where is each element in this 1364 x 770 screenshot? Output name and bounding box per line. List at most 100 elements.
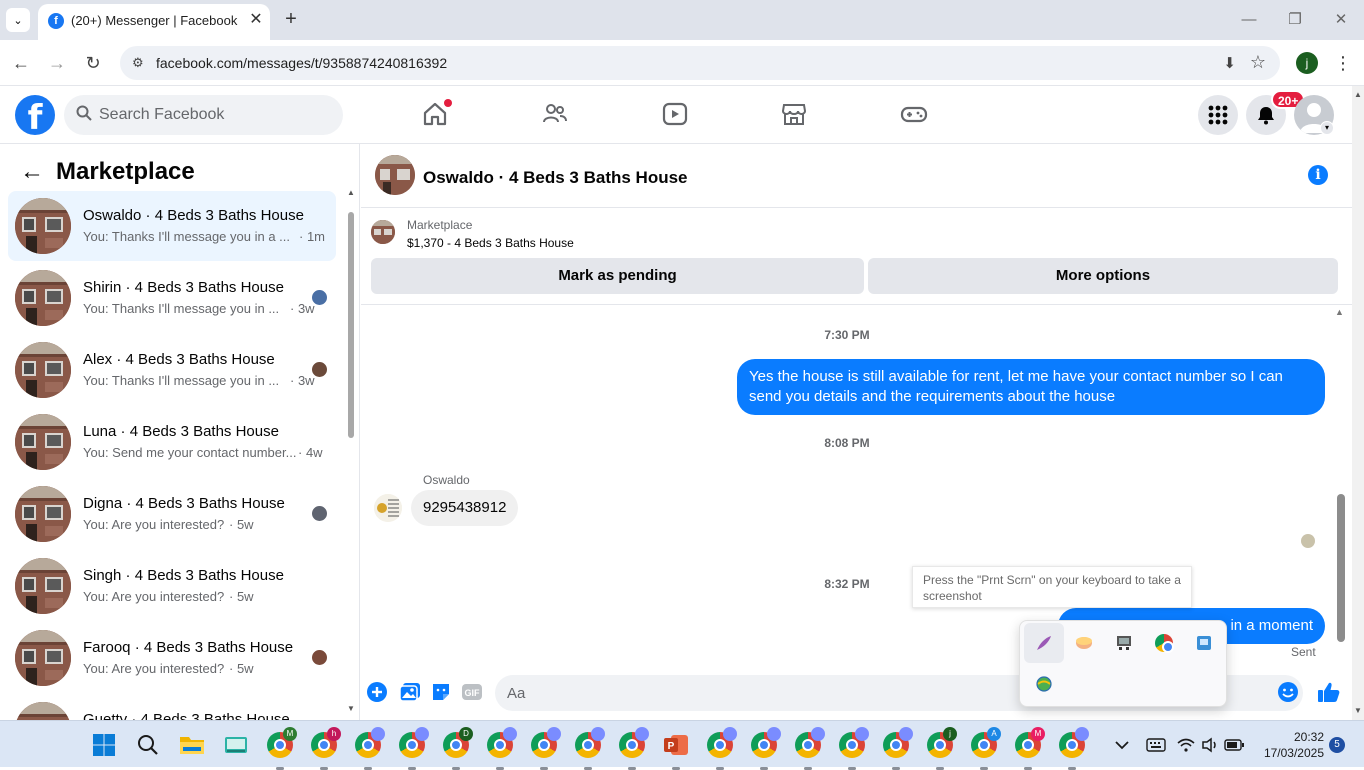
- conversation-item[interactable]: Guetty · 4 Beds 3 Baths House: [8, 695, 336, 720]
- keyboard-icon[interactable]: [1140, 729, 1172, 761]
- chrome-profile-icon[interactable]: M: [264, 727, 297, 770]
- chrome-profile-icon[interactable]: A: [968, 727, 1001, 770]
- sidebar-scroll-thumb[interactable]: [348, 212, 354, 438]
- mark-as-pending-button[interactable]: Mark as pending: [371, 258, 864, 294]
- info-icon[interactable]: i: [1308, 165, 1328, 185]
- powerpoint-icon[interactable]: P: [660, 729, 692, 770]
- chat-title[interactable]: Oswaldo · 4 Beds 3 Baths House: [423, 168, 688, 188]
- gaming-nav-icon[interactable]: [900, 100, 928, 128]
- clock-time[interactable]: 20:32: [1260, 730, 1324, 744]
- gif-icon[interactable]: GIF: [461, 681, 483, 703]
- chevron-down-icon[interactable]: ▾: [1320, 121, 1334, 135]
- scroll-down-icon[interactable]: ▼: [347, 704, 355, 713]
- chrome-profile-icon[interactable]: [396, 727, 429, 770]
- browser-profile-avatar[interactable]: j: [1296, 52, 1318, 74]
- back-arrow-icon[interactable]: ←: [20, 158, 44, 186]
- scroll-up-icon[interactable]: ▲: [347, 188, 355, 197]
- site-info-icon[interactable]: ⚙: [132, 55, 148, 71]
- chrome-profile-icon[interactable]: [836, 727, 869, 770]
- conversation-item[interactable]: Digna · 4 Beds 3 Baths House You: Are you…: [8, 479, 336, 549]
- chrome-profile-icon[interactable]: M: [1012, 727, 1045, 770]
- video-nav-icon[interactable]: [661, 100, 689, 128]
- tab-close-icon[interactable]: ✕: [246, 10, 266, 30]
- sidebar-title: Marketplace: [56, 158, 195, 185]
- omnibox[interactable]: ⚙ facebook.com/messages/t/93588742408163…: [120, 46, 1280, 80]
- chrome-profile-icon[interactable]: [572, 727, 605, 770]
- incoming-message[interactable]: 9295438912: [411, 490, 519, 526]
- facebook-logo-icon[interactable]: f: [15, 95, 55, 138]
- chrome-profile-icon[interactable]: [616, 727, 649, 770]
- marketplace-nav-icon[interactable]: [780, 100, 808, 128]
- display-app-icon[interactable]: [1104, 623, 1144, 663]
- conversation-item[interactable]: Singh · 4 Beds 3 Baths House You: Are you…: [8, 551, 336, 621]
- more-options-button[interactable]: More options: [868, 258, 1338, 294]
- plus-icon[interactable]: [366, 681, 388, 703]
- close-window-button[interactable]: ✕: [1326, 8, 1356, 32]
- globe-app-icon[interactable]: [1024, 664, 1064, 704]
- network-app-icon[interactable]: [1184, 623, 1224, 663]
- listing-thumbnail[interactable]: [371, 220, 395, 244]
- sticker-icon[interactable]: [430, 681, 452, 703]
- scroll-up-icon[interactable]: ▲: [1354, 90, 1362, 99]
- url-text[interactable]: facebook.com/messages/t/9358874240816392: [156, 55, 447, 71]
- search-box[interactable]: Search Facebook: [64, 95, 343, 135]
- scroll-down-icon[interactable]: ▼: [1354, 706, 1362, 715]
- outgoing-message[interactable]: Yes the house is still available for ren…: [737, 359, 1325, 415]
- menu-grid-button[interactable]: [1198, 95, 1238, 135]
- listing-title[interactable]: $1,370 - 4 Beds 3 Baths House: [407, 236, 574, 250]
- browser-menu-icon[interactable]: ⋮: [1334, 50, 1352, 76]
- sender-avatar[interactable]: [374, 494, 402, 522]
- bookmark-star-icon[interactable]: ☆: [1250, 52, 1266, 73]
- like-thumb-icon[interactable]: [1316, 679, 1342, 705]
- conversation-item[interactable]: Farooq · 4 Beds 3 Baths House You: Are yo…: [8, 623, 336, 693]
- eraser-app-icon[interactable]: [1064, 623, 1104, 663]
- file-explorer-icon[interactable]: [176, 729, 208, 761]
- feather-app-icon[interactable]: [1024, 623, 1064, 663]
- scroll-up-icon[interactable]: ▲: [1335, 307, 1344, 317]
- install-app-icon[interactable]: ⬇: [1223, 54, 1236, 72]
- chat-scroll-thumb[interactable]: [1337, 494, 1345, 642]
- conversation-item[interactable]: Alex · 4 Beds 3 Baths House You: Thanks I…: [8, 335, 336, 405]
- chrome-tray-icon[interactable]: [1144, 623, 1184, 663]
- notification-center-badge[interactable]: 5: [1329, 737, 1345, 753]
- message-timestamp: 8:08 PM: [824, 436, 870, 450]
- chrome-profile-icon[interactable]: [528, 727, 561, 770]
- forward-button[interactable]: →: [45, 51, 69, 75]
- chrome-profile-icon[interactable]: j: [924, 727, 957, 770]
- windows-start-icon[interactable]: [88, 729, 120, 761]
- tab-search-button[interactable]: ⌄: [6, 8, 30, 32]
- page-scrollbar[interactable]: ▲ ▼: [1352, 86, 1364, 720]
- chrome-profile-icon[interactable]: [1056, 727, 1089, 770]
- listing-avatar: [15, 558, 71, 614]
- clock-date[interactable]: 17/03/2025: [1250, 746, 1324, 760]
- minimize-button[interactable]: —: [1234, 8, 1264, 32]
- chevron-up-icon[interactable]: [1106, 729, 1138, 761]
- listing-avatar[interactable]: [375, 155, 415, 195]
- chrome-profile-icon[interactable]: [792, 727, 825, 770]
- chrome-profile-icon[interactable]: [748, 727, 781, 770]
- terminal-app-icon[interactable]: [220, 729, 252, 761]
- emoji-icon[interactable]: [1277, 681, 1299, 703]
- chrome-profile-icon[interactable]: [484, 727, 517, 770]
- search-icon[interactable]: [132, 729, 164, 761]
- reload-button[interactable]: ↻: [81, 51, 105, 75]
- conversation-item[interactable]: Oswaldo · 4 Beds 3 Baths House You: Thank…: [8, 191, 336, 261]
- chrome-profile-icon[interactable]: [352, 727, 385, 770]
- photo-icon[interactable]: [399, 681, 421, 703]
- maximize-button[interactable]: ❐: [1280, 8, 1310, 32]
- chrome-profile-icon[interactable]: D: [440, 727, 473, 770]
- system-tray-overflow-popup: [1019, 620, 1227, 707]
- battery-icon[interactable]: [1218, 729, 1250, 761]
- browser-tab[interactable]: f (20+) Messenger | Facebook ✕: [38, 4, 270, 40]
- browser-tab-bar: ⌄ f (20+) Messenger | Facebook ✕ + — ❐ ✕: [0, 0, 1364, 40]
- sidebar-scrollbar[interactable]: ▲ ▼: [346, 188, 356, 713]
- chrome-profile-icon[interactable]: [880, 727, 913, 770]
- chrome-profile-icon[interactable]: h: [308, 727, 341, 770]
- conversation-item[interactable]: Shirin · 4 Beds 3 Baths House You: Thanks…: [8, 263, 336, 333]
- conversation-item[interactable]: Luna · 4 Beds 3 Baths House You: Send me …: [8, 407, 336, 477]
- chrome-profile-icon[interactable]: [704, 727, 737, 770]
- conversation-sidebar: ← Marketplace Oswaldo · 4 Beds 3 Baths H…: [0, 144, 360, 720]
- back-button[interactable]: ←: [9, 51, 33, 75]
- new-tab-button[interactable]: +: [280, 8, 302, 30]
- friends-nav-icon[interactable]: [541, 100, 569, 128]
